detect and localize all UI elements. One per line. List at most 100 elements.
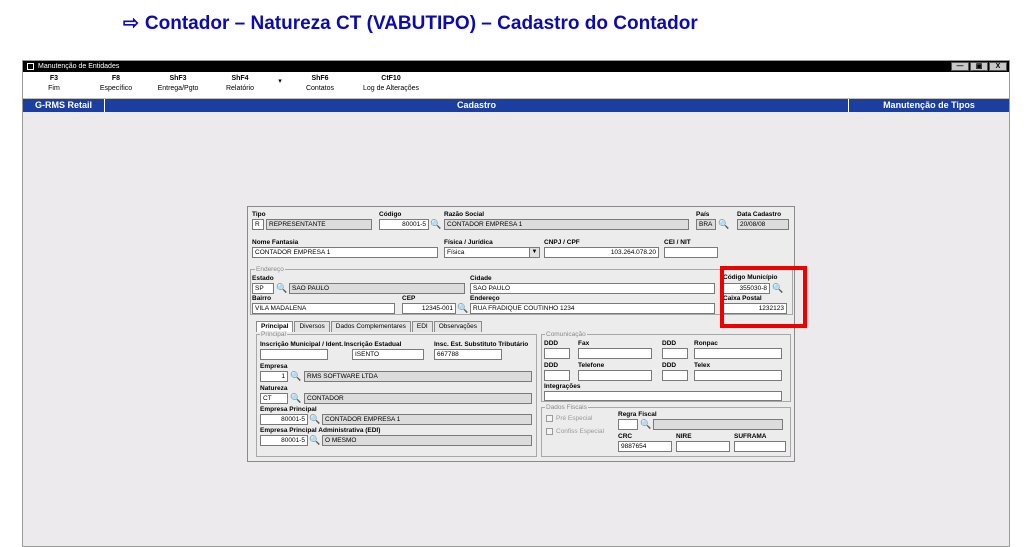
nire-field[interactable] [676,441,730,452]
natureza-code-field[interactable]: CT [260,393,288,404]
regra-fiscal-search-icon[interactable]: 🔍 [640,419,651,429]
ddd-ramal-field[interactable] [662,348,688,359]
toolbar-dropdown-icon[interactable]: ▾ [271,74,289,90]
cep-field[interactable]: 12345-001 [402,303,456,314]
confiss-especial-checkbox[interactable] [546,428,553,435]
close-button[interactable]: X [989,62,1007,71]
nire-label: NIRE [676,433,692,440]
window-titlebar: Manutenção de Entidades — ▣ X [23,61,1009,72]
razao-label: Razão Social [444,211,485,218]
toolbar-label: Contatos [305,85,335,92]
insc-municipal-field[interactable] [260,349,328,360]
toolbar-key: ShF6 [311,75,329,82]
empresa-label: Empresa [260,363,288,370]
pre-especial-checkbox[interactable] [546,415,553,422]
natureza-desc-field: CONTADOR [304,393,532,404]
telefone-field[interactable] [578,370,652,381]
crc-label: CRC [618,433,633,440]
toolbar-fim-button[interactable]: F3 Fim [23,74,85,94]
ddd-fax-field[interactable] [544,348,570,359]
pre-especial-label: Pré Especial [556,415,593,422]
toolbar-label: Relatório [225,85,254,92]
confiss-especial-label: Confiss Especial [556,428,605,435]
codigo-label: Código [379,211,402,218]
pais-search-icon[interactable]: 🔍 [718,219,729,229]
cei-label: CEI / NIT [664,239,691,246]
empresa-principal-label: Empresa Principal [260,406,317,413]
toolbar-log-button[interactable]: CtF10 Log de Alterações [351,74,431,94]
insc-municipal-label: Inscrição Municipal / Ident. [260,341,344,348]
app-window: Manutenção de Entidades — ▣ X F3 Fim F8 Es… [22,60,1010,547]
empresa-adm-search-icon[interactable]: 🔍 [309,435,320,445]
cidade-field[interactable]: SAO PAULO [470,283,715,294]
fisica-juridica-select[interactable]: Física [444,247,540,258]
insc-subst-field[interactable]: 667788 [434,349,502,360]
bairro-field[interactable]: VILA MADALENA [252,303,395,314]
empresa-principal-code-field[interactable]: 80001-5 [260,414,308,425]
ddd-telex-field[interactable] [662,370,688,381]
razao-field[interactable]: CONTADOR EMPRESA 1 [444,219,689,230]
tab-edi[interactable]: EDI [411,321,433,332]
empresa-code-field[interactable]: 1 [260,371,288,382]
tipo-label: Tipo [252,211,266,218]
insc-estadual-field[interactable]: ISENTO [352,349,424,360]
ddd-label: DDD [544,362,559,369]
toolbar-label: Fim [48,85,60,92]
insc-estadual-label: Inscrição Estadual [344,341,402,348]
empresa-adm-label: Empresa Principal Administrativa (EDI) [260,427,381,434]
ddd-label: DDD [662,340,677,347]
empresa-search-icon[interactable]: 🔍 [290,371,301,381]
cep-search-icon[interactable]: 🔍 [457,303,468,313]
fisica-juridica-label: Física / Jurídica [444,239,493,246]
toolbar-especifico-button[interactable]: F8 Específico [85,74,147,94]
ramal-field[interactable] [694,348,782,359]
dados-fiscais-group-title: Dados Fiscais [545,404,588,411]
toolbar-relatorio-button[interactable]: ShF4 Relatório [209,74,271,94]
integracoes-label: Integrações [544,383,581,390]
integracoes-field[interactable] [544,391,782,401]
cidade-label: Cidade [470,275,492,282]
section-bar: G-RMS Retail Cadastro Manutenção de Tipo… [23,99,1009,112]
fax-field[interactable] [578,348,652,359]
bar-app-name: G-RMS Retail [23,99,105,112]
pais-field[interactable]: BRA [696,219,716,230]
toolbar-contatos-button[interactable]: ShF6 Contatos [289,74,351,94]
chevron-down-icon[interactable]: ▼ [529,248,539,257]
empresa-adm-code-field[interactable]: 80001-5 [260,435,308,446]
endereco-field[interactable]: RUA FRADIQUE COUTINHO 1234 [470,303,715,314]
bairro-label: Bairro [252,295,272,302]
endereco-label: Endereço [470,295,500,302]
toolbar-key: F8 [111,75,121,82]
toolbar-entrega-button[interactable]: ShF3 Entrega/Pgto [147,74,209,94]
ddd-telefone-field[interactable] [544,370,570,381]
nome-fantasia-field[interactable]: CONTADOR EMPRESA 1 [252,247,438,258]
regra-fiscal-code-field[interactable] [618,419,638,430]
estado-label: Estado [252,275,274,282]
tab-observacoes[interactable]: Observações [433,321,482,332]
codigo-field[interactable]: 80001-5 [379,219,429,230]
estado-search-icon[interactable]: 🔍 [276,283,287,293]
highlight-box [720,266,807,328]
data-cadastro-field[interactable]: 20/08/08 [737,219,789,230]
empresa-principal-search-icon[interactable]: 🔍 [309,414,320,424]
estado-code-field[interactable]: SP [252,283,274,294]
toolbar-label: Entrega/Pgto [157,85,199,92]
cei-field[interactable] [664,247,718,258]
tipo-code-field[interactable]: R [252,219,264,230]
tab-strip: Principal Diversos Dados Complementares … [256,321,483,332]
cnpj-field[interactable]: 103.264.078.20 [544,247,659,258]
endereco-group-title: Endereço [255,266,285,273]
toolbar-key: ShF4 [231,75,249,82]
toolbar: F3 Fim F8 Específico ShF3 Entrega/Pgto ShF4… [23,72,1009,99]
crc-field[interactable]: 9887654 [618,441,672,452]
suframa-field[interactable] [734,441,786,452]
suframa-label: SUFRAMA [734,433,767,440]
restore-button[interactable]: ▣ [970,62,988,71]
tab-dados-complementares[interactable]: Dados Complementares [330,321,411,332]
natureza-search-icon[interactable]: 🔍 [290,393,301,403]
cnpj-label: CNPJ / CPF [544,239,580,246]
tab-diversos[interactable]: Diversos [294,321,330,332]
minimize-button[interactable]: — [951,62,969,71]
telex-field[interactable] [694,370,782,381]
codigo-search-icon[interactable]: 🔍 [430,219,441,229]
